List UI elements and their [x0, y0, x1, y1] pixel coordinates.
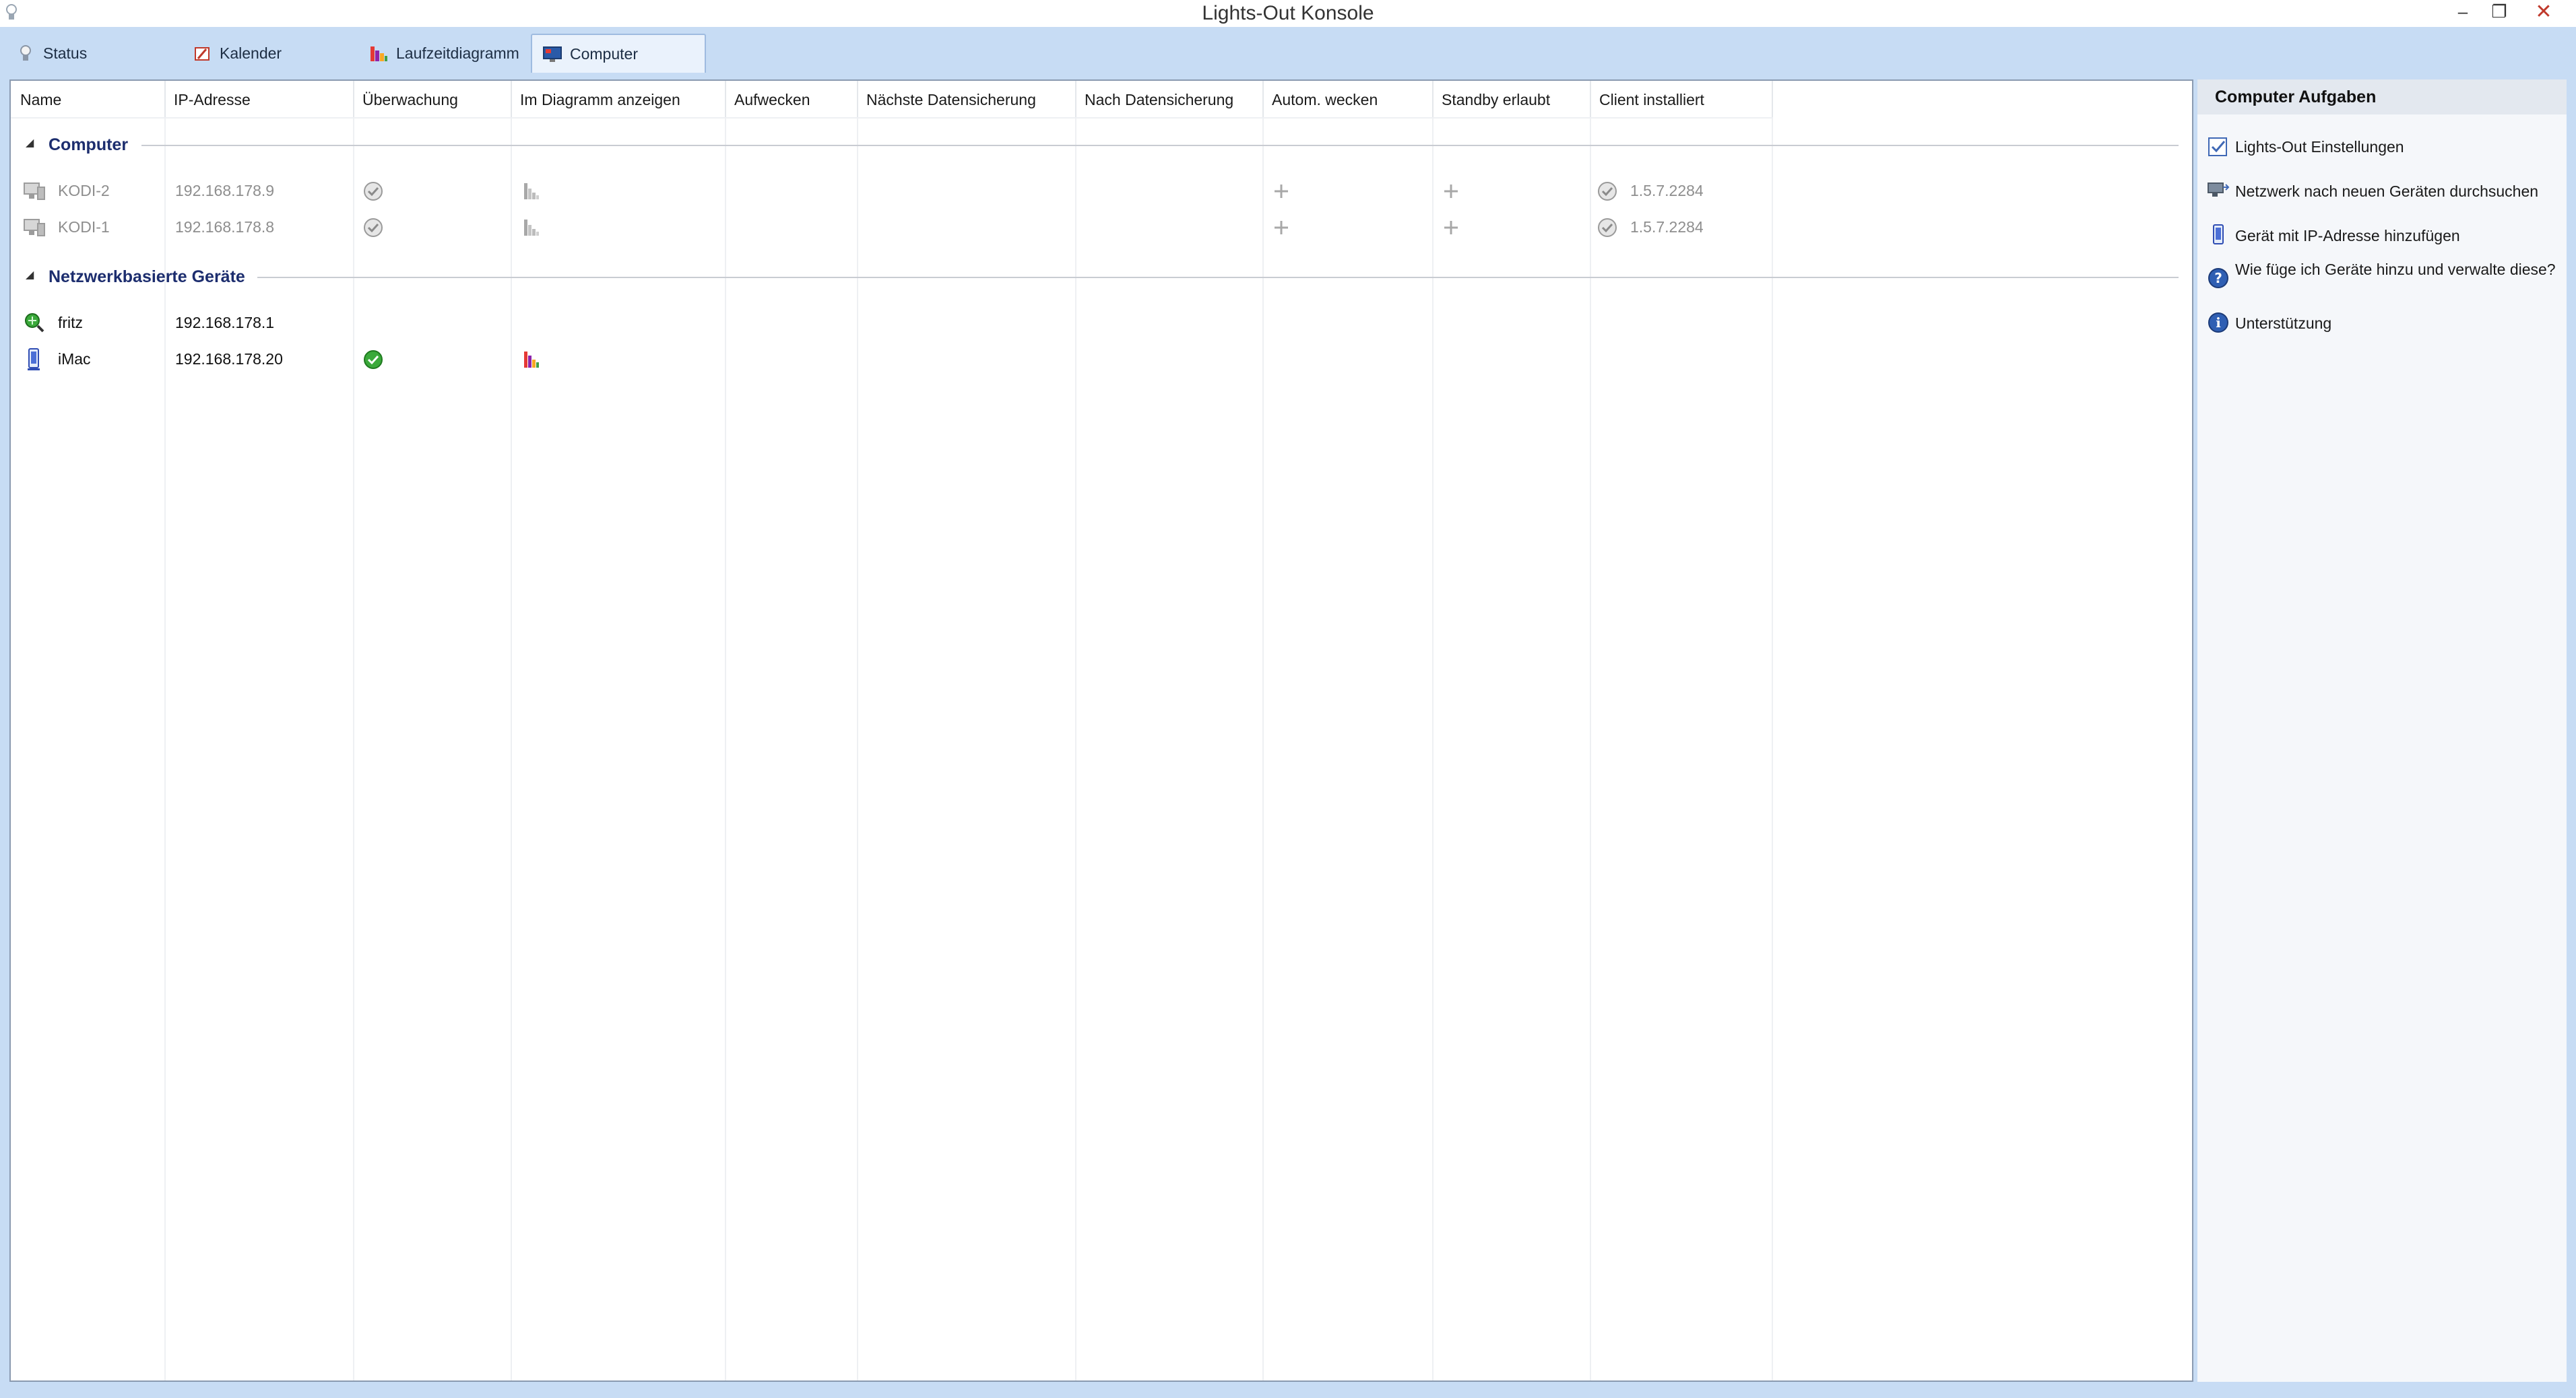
tab-label: Status	[43, 44, 88, 62]
ip-address: 192.168.178.9	[175, 182, 275, 199]
minimize-button[interactable]: –	[2445, 0, 2480, 23]
header-separator	[1075, 81, 1076, 117]
tab-runtime-chart[interactable]: Laufzeitdiagramm	[353, 34, 529, 73]
info-icon: i	[2208, 312, 2228, 333]
plus-icon[interactable]	[1272, 218, 1291, 237]
plus-icon[interactable]	[1442, 182, 1460, 201]
header-separator	[1772, 81, 1773, 117]
svg-text:?: ?	[2214, 270, 2222, 286]
task-support[interactable]: i Unterstützung	[2197, 310, 2567, 338]
chart-color-icon[interactable]	[521, 349, 543, 370]
computer-grid: Name IP-Adresse Überwachung Im Diagramm …	[9, 79, 2193, 1382]
table-row[interactable]: KODI-1 192.168.178.8 1.5.7.2284	[11, 209, 2183, 245]
table-row[interactable]: iMac 192.168.178.20	[11, 341, 2183, 377]
column-header-name[interactable]: Name	[11, 81, 61, 117]
task-label: Lights-Out Einstellungen	[2235, 138, 2404, 156]
grid-header: Name IP-Adresse Überwachung Im Diagramm …	[11, 81, 2192, 117]
title-bar: Lights-Out Konsole – ❐ ✕	[0, 0, 2576, 27]
bulb-icon	[20, 45, 31, 61]
column-header-after-backup[interactable]: Nach Datensicherung	[1075, 81, 1233, 117]
chart-grey-icon[interactable]	[521, 180, 543, 202]
task-label: Unterstützung	[2235, 314, 2332, 332]
svg-text:i: i	[2216, 314, 2221, 331]
client-version: 1.5.7.2284	[1630, 182, 1704, 199]
settings-checkbox-icon	[2208, 137, 2227, 156]
bar-chart-icon	[371, 46, 387, 61]
header-separator	[1262, 81, 1264, 117]
header-divider	[11, 117, 1772, 119]
column-header-diagram[interactable]: Im Diagramm anzeigen	[511, 81, 680, 117]
group-title: Computer	[49, 135, 129, 154]
close-button[interactable]: ✕	[2517, 0, 2571, 23]
device-name: KODI-1	[58, 218, 110, 236]
ip-address: 192.168.178.8	[175, 218, 275, 236]
device-name: KODI-2	[58, 182, 110, 199]
computer-icon	[543, 46, 562, 62]
column-header-auto-wake[interactable]: Autom. wecken	[1262, 81, 1378, 117]
header-separator	[164, 81, 166, 117]
column-header-wake[interactable]: Aufwecken	[725, 81, 810, 117]
device-name: iMac	[58, 350, 91, 368]
tab-status[interactable]: Status	[0, 34, 176, 73]
task-label: Gerät mit IP-Adresse hinzufügen	[2235, 227, 2460, 244]
column-header-standby[interactable]: Standby erlaubt	[1432, 81, 1550, 117]
group-computer[interactable]: ◢ Computer	[11, 127, 2183, 163]
group-divider	[257, 277, 2179, 278]
group-divider	[141, 145, 2179, 146]
ip-address: 192.168.178.1	[175, 314, 275, 331]
column-header-monitoring[interactable]: Überwachung	[353, 81, 458, 117]
tab-label: Kalender	[220, 44, 282, 62]
window-title: Lights-Out Konsole	[1202, 2, 1374, 24]
tab-label: Laufzeitdiagramm	[396, 44, 519, 62]
task-help[interactable]: ? Wie füge ich Geräte hinzu und verwalte…	[2197, 257, 2567, 304]
router-icon	[25, 313, 44, 333]
task-pane-title: Computer Aufgaben	[2197, 79, 2567, 114]
imac-icon	[28, 348, 40, 370]
tab-computer[interactable]: Computer	[531, 34, 706, 73]
check-grey-icon[interactable]	[362, 217, 384, 238]
task-add-device-ip[interactable]: Gerät mit IP-Adresse hinzufügen	[2197, 222, 2567, 251]
chart-grey-icon[interactable]	[521, 217, 543, 238]
header-separator	[1590, 81, 1591, 117]
task-pane: Computer Aufgaben Lights-Out Einstellung…	[2197, 79, 2567, 1382]
calendar-icon	[195, 47, 210, 61]
computer-offline-icon	[24, 182, 45, 200]
tab-label: Computer	[570, 44, 638, 63]
tab-strip: Status Kalender Laufzeitdiagramm Compute…	[0, 27, 2576, 73]
table-row[interactable]: KODI-2 192.168.178.9 1.5.7.2284	[11, 172, 2183, 209]
computer-offline-icon	[24, 219, 45, 236]
task-label: Wie füge ich Geräte hinzu und verwalte d…	[2235, 261, 2556, 278]
header-separator	[511, 81, 512, 117]
collapse-arrow-icon[interactable]: ◢	[26, 268, 34, 281]
column-header-client[interactable]: Client installiert	[1590, 81, 1704, 117]
window-bottom-border	[0, 1382, 2576, 1398]
group-network-devices[interactable]: ◢ Netzwerkbasierte Geräte	[11, 259, 2183, 295]
ip-address: 192.168.178.20	[175, 350, 283, 368]
client-installed-icon	[1598, 182, 1617, 201]
column-header-next-backup[interactable]: Nächste Datensicherung	[857, 81, 1036, 117]
task-label: Netzwerk nach neuen Geräten durchsuchen	[2235, 182, 2539, 200]
task-network-scan[interactable]: Netzwerk nach neuen Geräten durchsuchen	[2197, 178, 2567, 206]
help-icon: ?	[2208, 268, 2228, 288]
add-device-icon	[2213, 224, 2224, 244]
check-green-icon[interactable]	[362, 349, 384, 370]
plus-icon[interactable]	[1272, 182, 1291, 201]
network-scan-icon	[2208, 182, 2230, 197]
plus-icon[interactable]	[1442, 218, 1460, 237]
group-title: Netzwerkbasierte Geräte	[49, 267, 245, 286]
client-version: 1.5.7.2284	[1630, 218, 1704, 236]
header-separator	[857, 81, 858, 117]
task-settings[interactable]: Lights-Out Einstellungen	[2197, 133, 2567, 162]
column-header-ip[interactable]: IP-Adresse	[164, 81, 251, 117]
header-separator	[1432, 81, 1434, 117]
device-name: fritz	[58, 314, 84, 331]
client-installed-icon	[1598, 218, 1617, 237]
header-separator	[353, 81, 354, 117]
maximize-button[interactable]: ❐	[2482, 0, 2517, 23]
header-separator	[725, 81, 726, 117]
collapse-arrow-icon[interactable]: ◢	[26, 136, 34, 149]
check-grey-icon[interactable]	[362, 180, 384, 202]
tab-calendar[interactable]: Kalender	[176, 34, 353, 73]
table-row[interactable]: fritz 192.168.178.1	[11, 304, 2183, 341]
